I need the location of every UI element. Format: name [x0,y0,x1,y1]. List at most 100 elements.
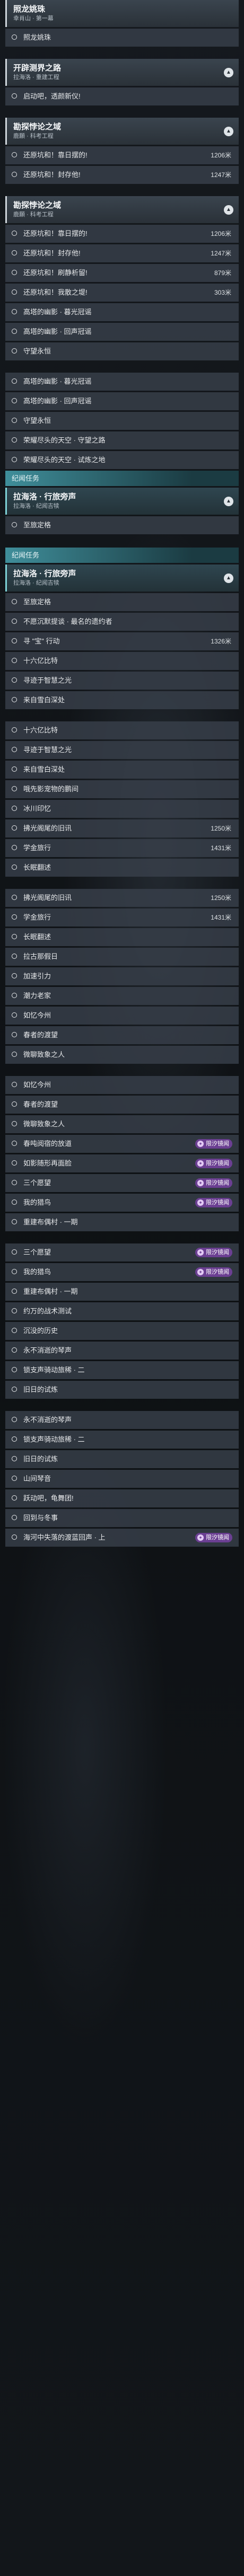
quest-item[interactable]: 冰川印忆 [5,800,239,818]
quest-item[interactable]: 寻迹于智慧之光 [5,672,239,690]
quest-item[interactable]: 旧日的试炼 [5,1450,239,1468]
quest-distance: 1250米 [211,825,231,832]
quest-item[interactable]: 永不消逝的琴声 [5,1342,239,1360]
tag-emblem-icon: ✦ [197,1141,204,1147]
quest-item-label: 如忆今州 [23,1081,51,1089]
quest-item[interactable]: 山间琴音 [5,1470,239,1488]
quest-item-label: 加速引力 [23,972,51,980]
quest-item[interactable]: 回到与冬事 [5,1509,239,1527]
quest-item-label: 守望永恒 [23,347,51,355]
quest-item[interactable]: 启动吧，透颜新仪! [5,87,239,105]
quest-item[interactable]: 寻 "宝" 行动 1326米 [5,632,239,650]
collapse-chevron-icon[interactable]: ▲ [224,496,233,506]
quest-item[interactable]: 高塔的幽影 · 回声冠谣 [5,323,239,341]
quest-item[interactable]: 寻迹于智慧之光 [5,741,239,759]
quest-item[interactable]: 三个愿望 ✦ 限汐镜闻 [5,1243,239,1261]
quest-group-header[interactable]: 照龙姚珠 幸肖山 · 第一幕 [5,0,239,27]
quest-group-header[interactable]: 拉海洛 · 行旅旁声 拉海洛 · 纪闻吉犊 ▲ [5,564,239,592]
quest-item[interactable]: 海河中失落的渡蓝回声 · 上 ✦ 限汐镜闻 [5,1529,239,1547]
quest-status-circle-icon [12,1160,17,1166]
quest-item[interactable]: 锁支声骑动旅稀 · 二 [5,1361,239,1379]
quest-item[interactable]: 还原坑和！靠日摆的! 1206米 [5,225,239,243]
quest-item[interactable]: 至旅定格 [5,516,239,534]
quest-group-header[interactable]: 勘探悖论之域 鹿願 · 科考工程 ▲ [5,118,239,145]
quest-item[interactable]: 哦先影宠物的鹏间 [5,780,239,798]
collapse-chevron-icon[interactable]: ▲ [224,573,233,583]
quest-item[interactable]: 如影随形再面脸 ✦ 限汐镜闻 [5,1154,239,1172]
quest-item[interactable]: 学金旅行 1431米 [5,839,239,857]
quest-item[interactable]: 十六亿比特 [5,652,239,670]
quest-item-label: 拂光阁尾的旧讯 [23,824,72,832]
quest-item[interactable]: 沉没的历史 [5,1322,239,1340]
quest-item-label: 高塔的幽影 · 暮光冠谣 [23,377,92,385]
quest-item[interactable]: 高塔的幽影 · 回声冠谣 [5,392,239,410]
quest-item[interactable]: 还原坑和！封存他! 1247米 [5,244,239,262]
quest-status-circle-icon [12,1495,17,1501]
quest-item[interactable]: 三个愿望 ✦ 限汐镜闻 [5,1174,239,1192]
quest-item[interactable]: 微聊致象之人 [5,1115,239,1133]
quest-item[interactable]: 还原坑和！刷静析留! 879米 [5,264,239,282]
quest-item-label: 高塔的幽影 · 回声冠谣 [23,328,92,336]
quest-item[interactable]: 跃动吧，龟舞团! [5,1489,239,1507]
quest-item[interactable]: 约万的战术测试 [5,1302,239,1320]
quest-group-subtitle: 拉海洛 · 纪闻吉犊 [13,503,59,509]
quest-group-header[interactable]: 勘探悖论之域 鹿願 · 科考工程 ▲ [5,196,239,223]
quest-item[interactable]: 春者的渡望 [5,1026,239,1044]
quest-item[interactable]: 守望永恒 [5,412,239,430]
quest-group-title: 勘探悖论之域 [13,122,62,131]
quest-group-header[interactable]: 拉海洛 · 行旅旁声 拉海洛 · 纪闻吉犊 ▲ [5,488,239,515]
quest-item[interactable]: 我的猎鸟 ✦ 限汐镜闻 [5,1194,239,1212]
quest-item[interactable]: 锁支声骑动旅稀 · 二 [5,1431,239,1449]
quest-item[interactable]: 还原坑和！靠日摆的! 1206米 [5,146,239,164]
quest-item[interactable]: 如忆今州 [5,1007,239,1025]
quest-status-circle-icon [12,270,17,275]
quest-item[interactable]: 长眠翻述 [5,928,239,946]
quest-item[interactable]: 高塔的幽影 · 暮光冠谣 [5,303,239,321]
quest-item[interactable]: 永不消逝的琴声 [5,1411,239,1429]
event-tag-label: 限汐镜闻 [206,1269,229,1275]
quest-item[interactable]: 长眠翻述 [5,859,239,877]
quest-item[interactable]: 拉古那假日 [5,948,239,966]
quest-item[interactable]: 来自雪白深处 [5,761,239,779]
quest-item[interactable]: 学金旅行 1431米 [5,908,239,927]
quest-item[interactable]: 荣耀尽头的天空 · 守望之路 [5,431,239,449]
quest-item[interactable]: 来自雪白深处 [5,691,239,709]
collapse-chevron-icon[interactable]: ▲ [224,67,233,77]
quest-item[interactable]: 荣耀尽头的天空 · 试炼之地 [5,451,239,469]
quest-item-label: 还原坑和！靠日摆的! [23,230,88,237]
quest-item[interactable]: 春者的渡望 [5,1096,239,1114]
quest-item[interactable]: 照龙姚珠 [5,29,239,47]
quest-item-label: 照龙姚珠 [23,33,51,41]
quest-item[interactable]: 春吨阅宿的放道 ✦ 限汐镜闻 [5,1135,239,1153]
quest-item[interactable]: 重建布偶村 · 一期 [5,1283,239,1301]
collapse-chevron-icon[interactable]: ▲ [224,126,233,136]
quest-item-label: 十六亿比特 [23,657,58,665]
quest-status-circle-icon [12,914,17,920]
quest-status-circle-icon [12,152,17,157]
quest-item[interactable]: 高塔的幽影 · 暮光冠谣 [5,373,239,391]
quest-item[interactable]: 守望永恒 [5,342,239,360]
quest-item[interactable]: 如忆今州 [5,1076,239,1094]
quest-item[interactable]: 拂光阁尾的旧讯 1250米 [5,889,239,907]
quest-item[interactable]: 微聊致象之人 [5,1046,239,1064]
quest-item[interactable]: 十六亿比特 [5,721,239,739]
collapse-chevron-icon[interactable]: ▲ [224,205,233,215]
quest-item-label: 如影随形再面脸 [23,1159,72,1167]
quest-item-label: 至旅定格 [23,521,51,529]
quest-item[interactable]: 还原坑和！我散之堤! 303米 [5,284,239,302]
quest-item-label: 如忆今州 [23,1011,51,1019]
quest-item[interactable]: 至旅定格 [5,593,239,611]
quest-item[interactable]: 重建布偶村 · 一期 [5,1213,239,1231]
category-label: 纪闻任务 [5,548,239,563]
quest-item[interactable]: 旧日的试炼 [5,1381,239,1399]
quest-item[interactable]: 潮力老家 [5,987,239,1005]
quest-item[interactable]: 加速引力 [5,967,239,985]
quest-group-header[interactable]: 开辟测界之路 拉海洛 · 重建工程 ▲ [5,59,239,86]
quest-item[interactable]: 拂光阁尾的旧讯 1250米 [5,819,239,837]
tag-emblem-icon: ✦ [197,1249,204,1256]
quest-item[interactable]: 我的猎鸟 ✦ 限汐镜闻 [5,1263,239,1281]
event-tag: ✦ 限汐镜闻 [195,1533,232,1542]
quest-item[interactable]: 还原坑和！封存他! 1247米 [5,166,239,184]
quest-item[interactable]: 不愿沉默提谈 · 最名的遗约者 [5,613,239,631]
